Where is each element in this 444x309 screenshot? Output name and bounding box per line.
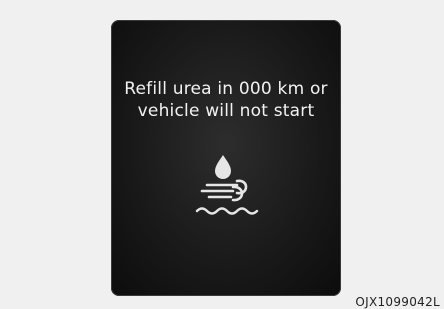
exhaust-lines-icon [200, 179, 248, 202]
cluster-display-panel: Refill urea in 000 km or vehicle will no… [111, 20, 341, 296]
urea-wave-icon [195, 207, 259, 215]
urea-droplet-icon [215, 155, 231, 179]
warning-message-line-2: vehicle will not start [137, 101, 315, 121]
warning-message: Refill urea in 000 km or vehicle will no… [111, 78, 341, 122]
warning-message-line-1: Refill urea in 000 km or [124, 79, 328, 99]
urea-warning-icon [195, 155, 259, 215]
